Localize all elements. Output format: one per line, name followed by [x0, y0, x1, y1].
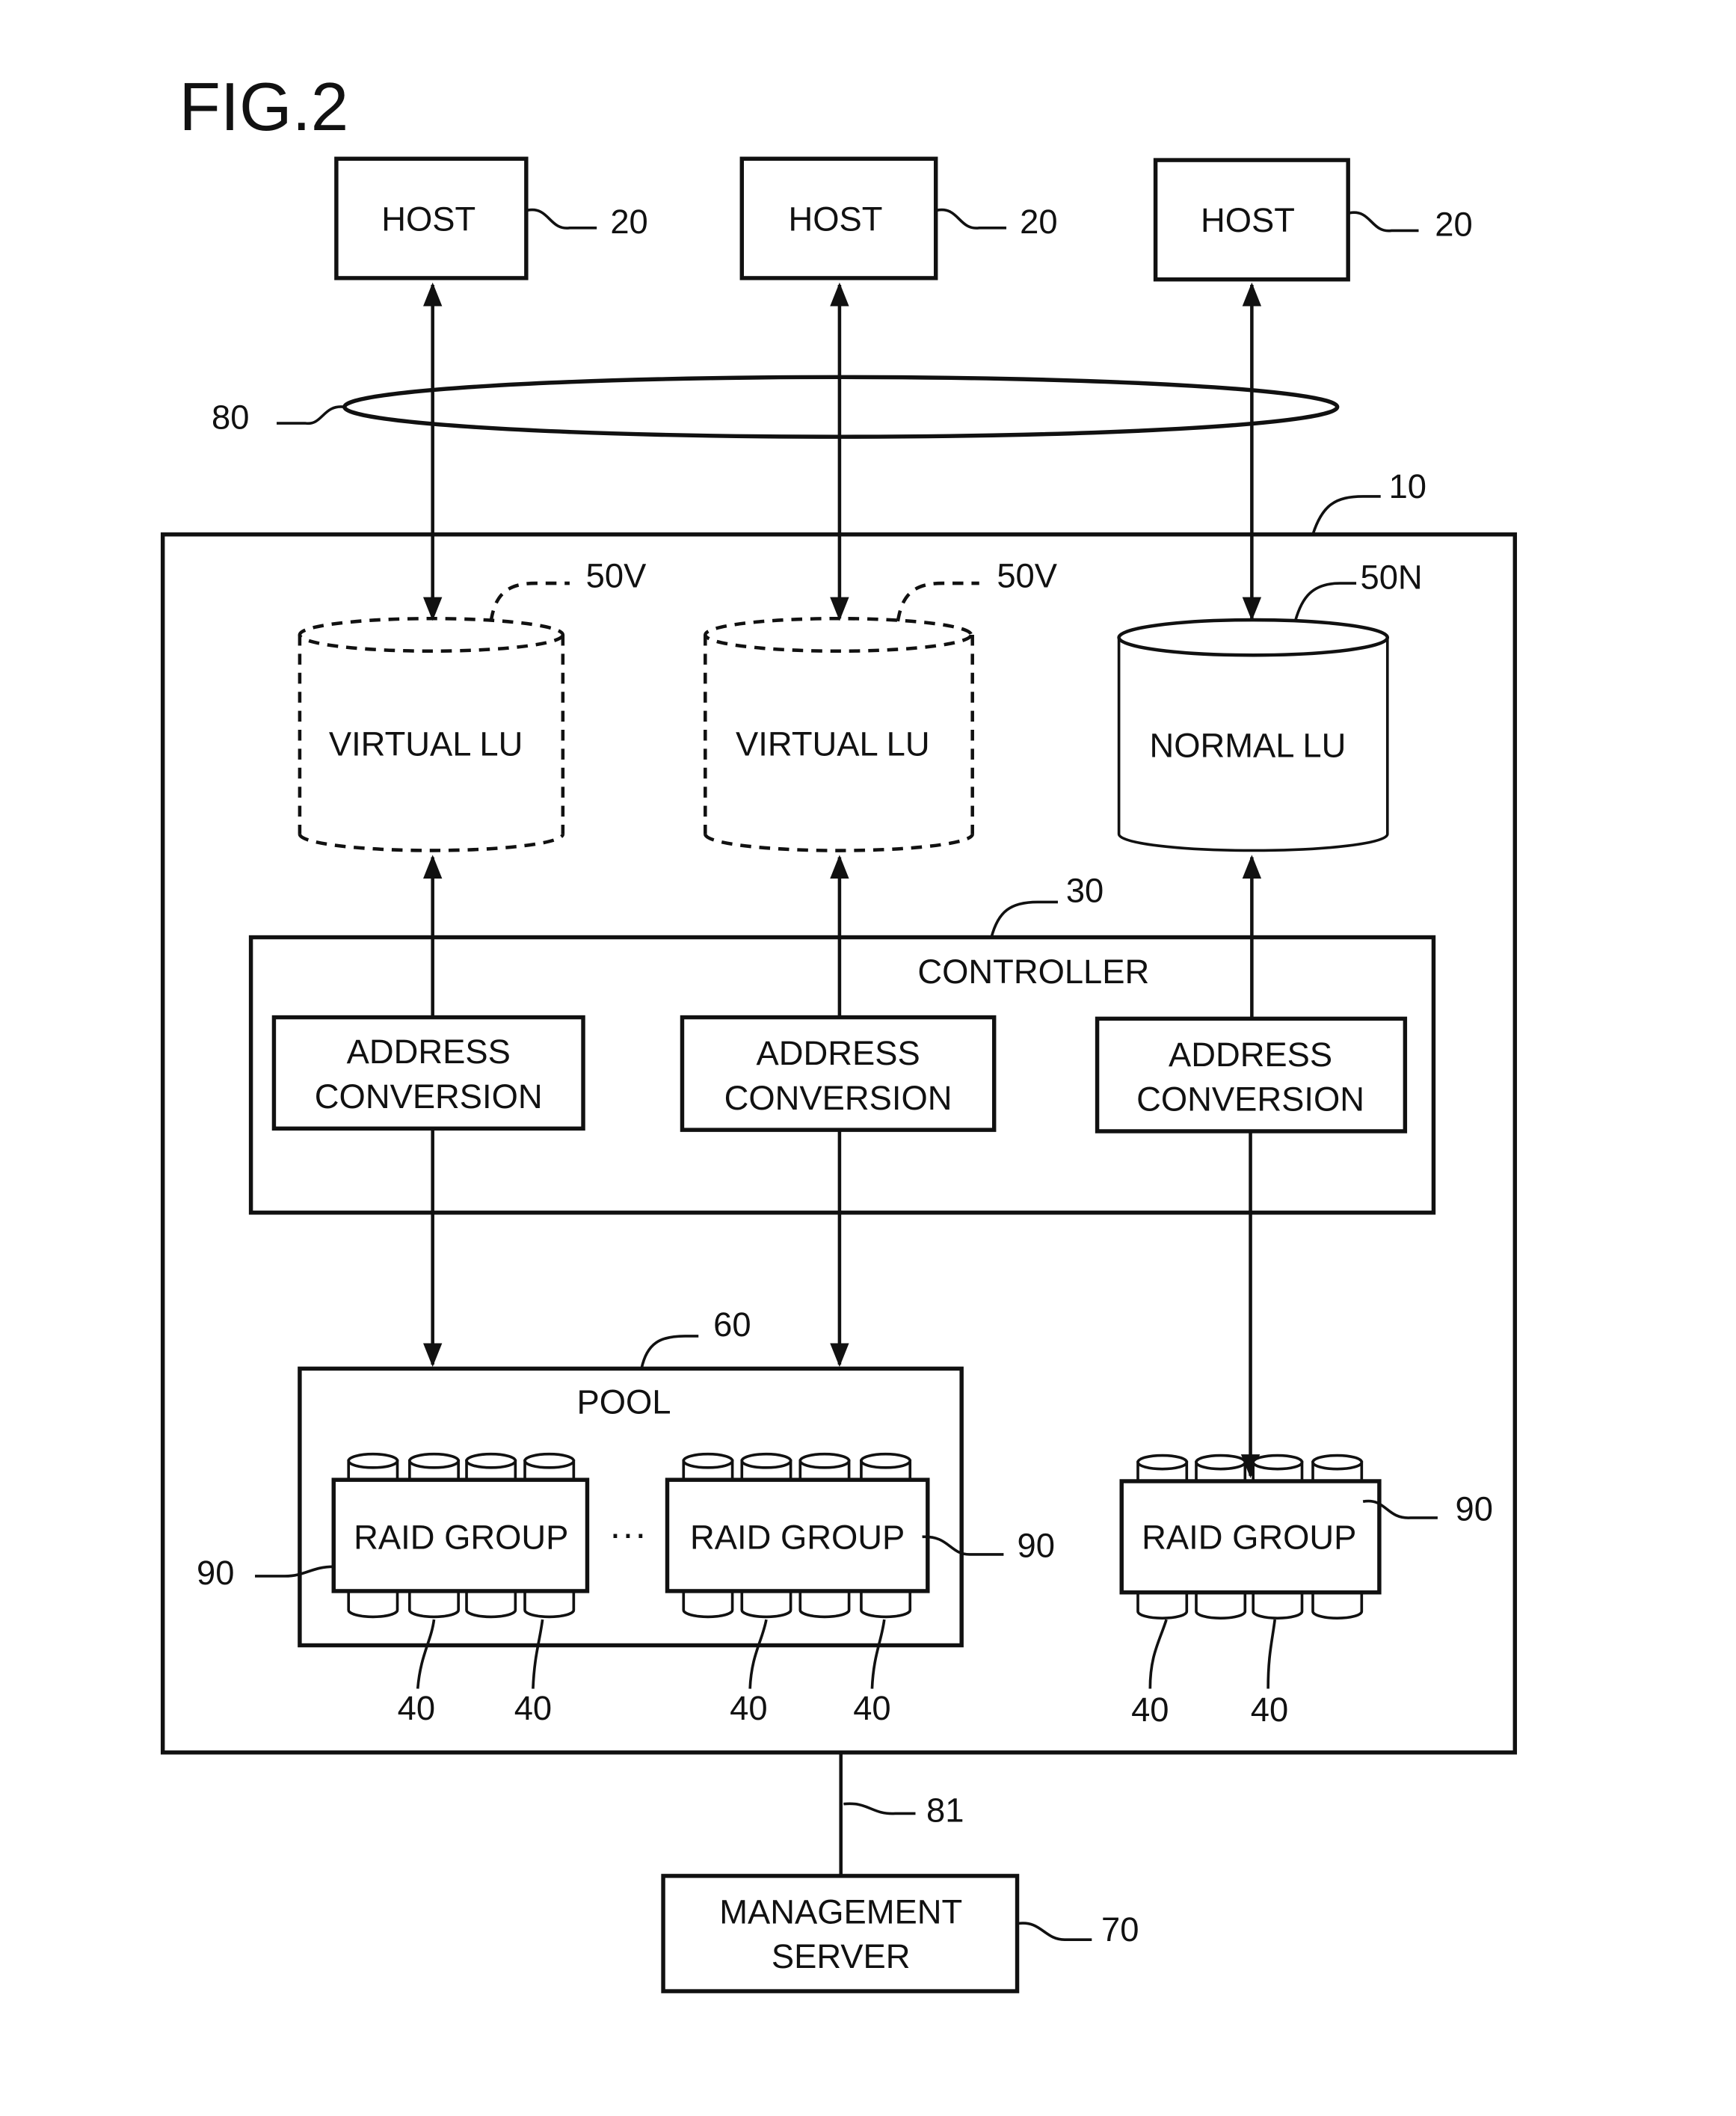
lu-ref: 50N	[1361, 558, 1423, 596]
raid-group-label: RAID GROUP	[354, 1519, 568, 1557]
controller-ref: 30	[1066, 871, 1104, 909]
disk-ref: 40	[1131, 1691, 1169, 1729]
address-conversion-line2: CONVERSION	[315, 1077, 543, 1116]
disk-ref: 40	[398, 1689, 435, 1727]
network-ref: 80	[212, 398, 249, 436]
network-80: 80	[212, 375, 1340, 439]
lu-ref: 50V	[586, 557, 647, 595]
raid-group-label: RAID GROUP	[690, 1519, 905, 1557]
disk-ref: 40	[853, 1689, 890, 1727]
address-conversion-line1: ADDRESS	[756, 1034, 920, 1072]
lu-label: VIRTUAL LU	[329, 725, 523, 763]
disk-ref: 40	[1251, 1691, 1288, 1729]
host-label: HOST	[788, 200, 882, 238]
host-ref: 20	[610, 203, 647, 241]
address-conversion-line2: CONVERSION	[724, 1079, 952, 1117]
host-3: HOST 20	[1153, 158, 1473, 282]
diagram-canvas: FIG.2 HOST 20 HOST 20 HOST 20 80 10 VIRT…	[160, 70, 1518, 1993]
normal-lu: NORMAL LU 50N	[1117, 558, 1423, 852]
disk-ref-layer: 40 40 40 40 40 40	[398, 1619, 1288, 1729]
host-2: HOST 20	[739, 156, 1058, 280]
host-ref: 20	[1020, 203, 1057, 241]
raid-group-ref: 90	[1455, 1490, 1492, 1528]
address-conversion-line1: ADDRESS	[1169, 1036, 1332, 1074]
management-server-ref: 70	[1101, 1910, 1139, 1949]
management-server-line1: MANAGEMENT	[719, 1892, 962, 1931]
address-conversion-2: ADDRESS CONVERSION	[680, 1015, 997, 1132]
management-link-ref: 81	[926, 1791, 964, 1829]
address-conversion-1: ADDRESS CONVERSION	[271, 1015, 585, 1131]
address-conversion-line1: ADDRESS	[347, 1033, 511, 1071]
raid-group-ref: 90	[197, 1554, 234, 1592]
management-server: MANAGEMENT SERVER 70	[661, 1874, 1139, 1993]
disk-ref: 40	[730, 1689, 767, 1727]
raid-ref-leader	[255, 1565, 334, 1578]
host-1: HOST 20	[334, 156, 648, 280]
figure-title: FIG.2	[179, 70, 348, 145]
host-label: HOST	[381, 200, 475, 238]
lu-label: VIRTUAL LU	[736, 725, 930, 763]
host-ref: 20	[1435, 206, 1472, 244]
pool-ellipsis: ···	[609, 1512, 647, 1554]
address-conversion-line2: CONVERSION	[1136, 1080, 1364, 1119]
raid-group-label: RAID GROUP	[1142, 1519, 1356, 1557]
lu-ref: 50V	[997, 557, 1057, 595]
virtual-lu-1: VIRTUAL LU 50V	[298, 557, 647, 852]
pool-label: POOL	[576, 1383, 671, 1421]
lu-label: NORMAL LU	[1149, 726, 1346, 764]
raid-group-ref: 90	[1018, 1527, 1055, 1565]
host-label: HOST	[1201, 201, 1295, 239]
virtual-lu-2: VIRTUAL LU 50V	[704, 557, 1058, 852]
address-conversion-3: ADDRESS CONVERSION	[1095, 1016, 1408, 1134]
controller-label: CONTROLLER	[917, 953, 1149, 991]
pool-ref: 60	[713, 1305, 751, 1344]
management-server-line2: SERVER	[772, 1937, 911, 1975]
storage-system-ref: 10	[1389, 467, 1426, 505]
disk-ref: 40	[514, 1689, 552, 1727]
